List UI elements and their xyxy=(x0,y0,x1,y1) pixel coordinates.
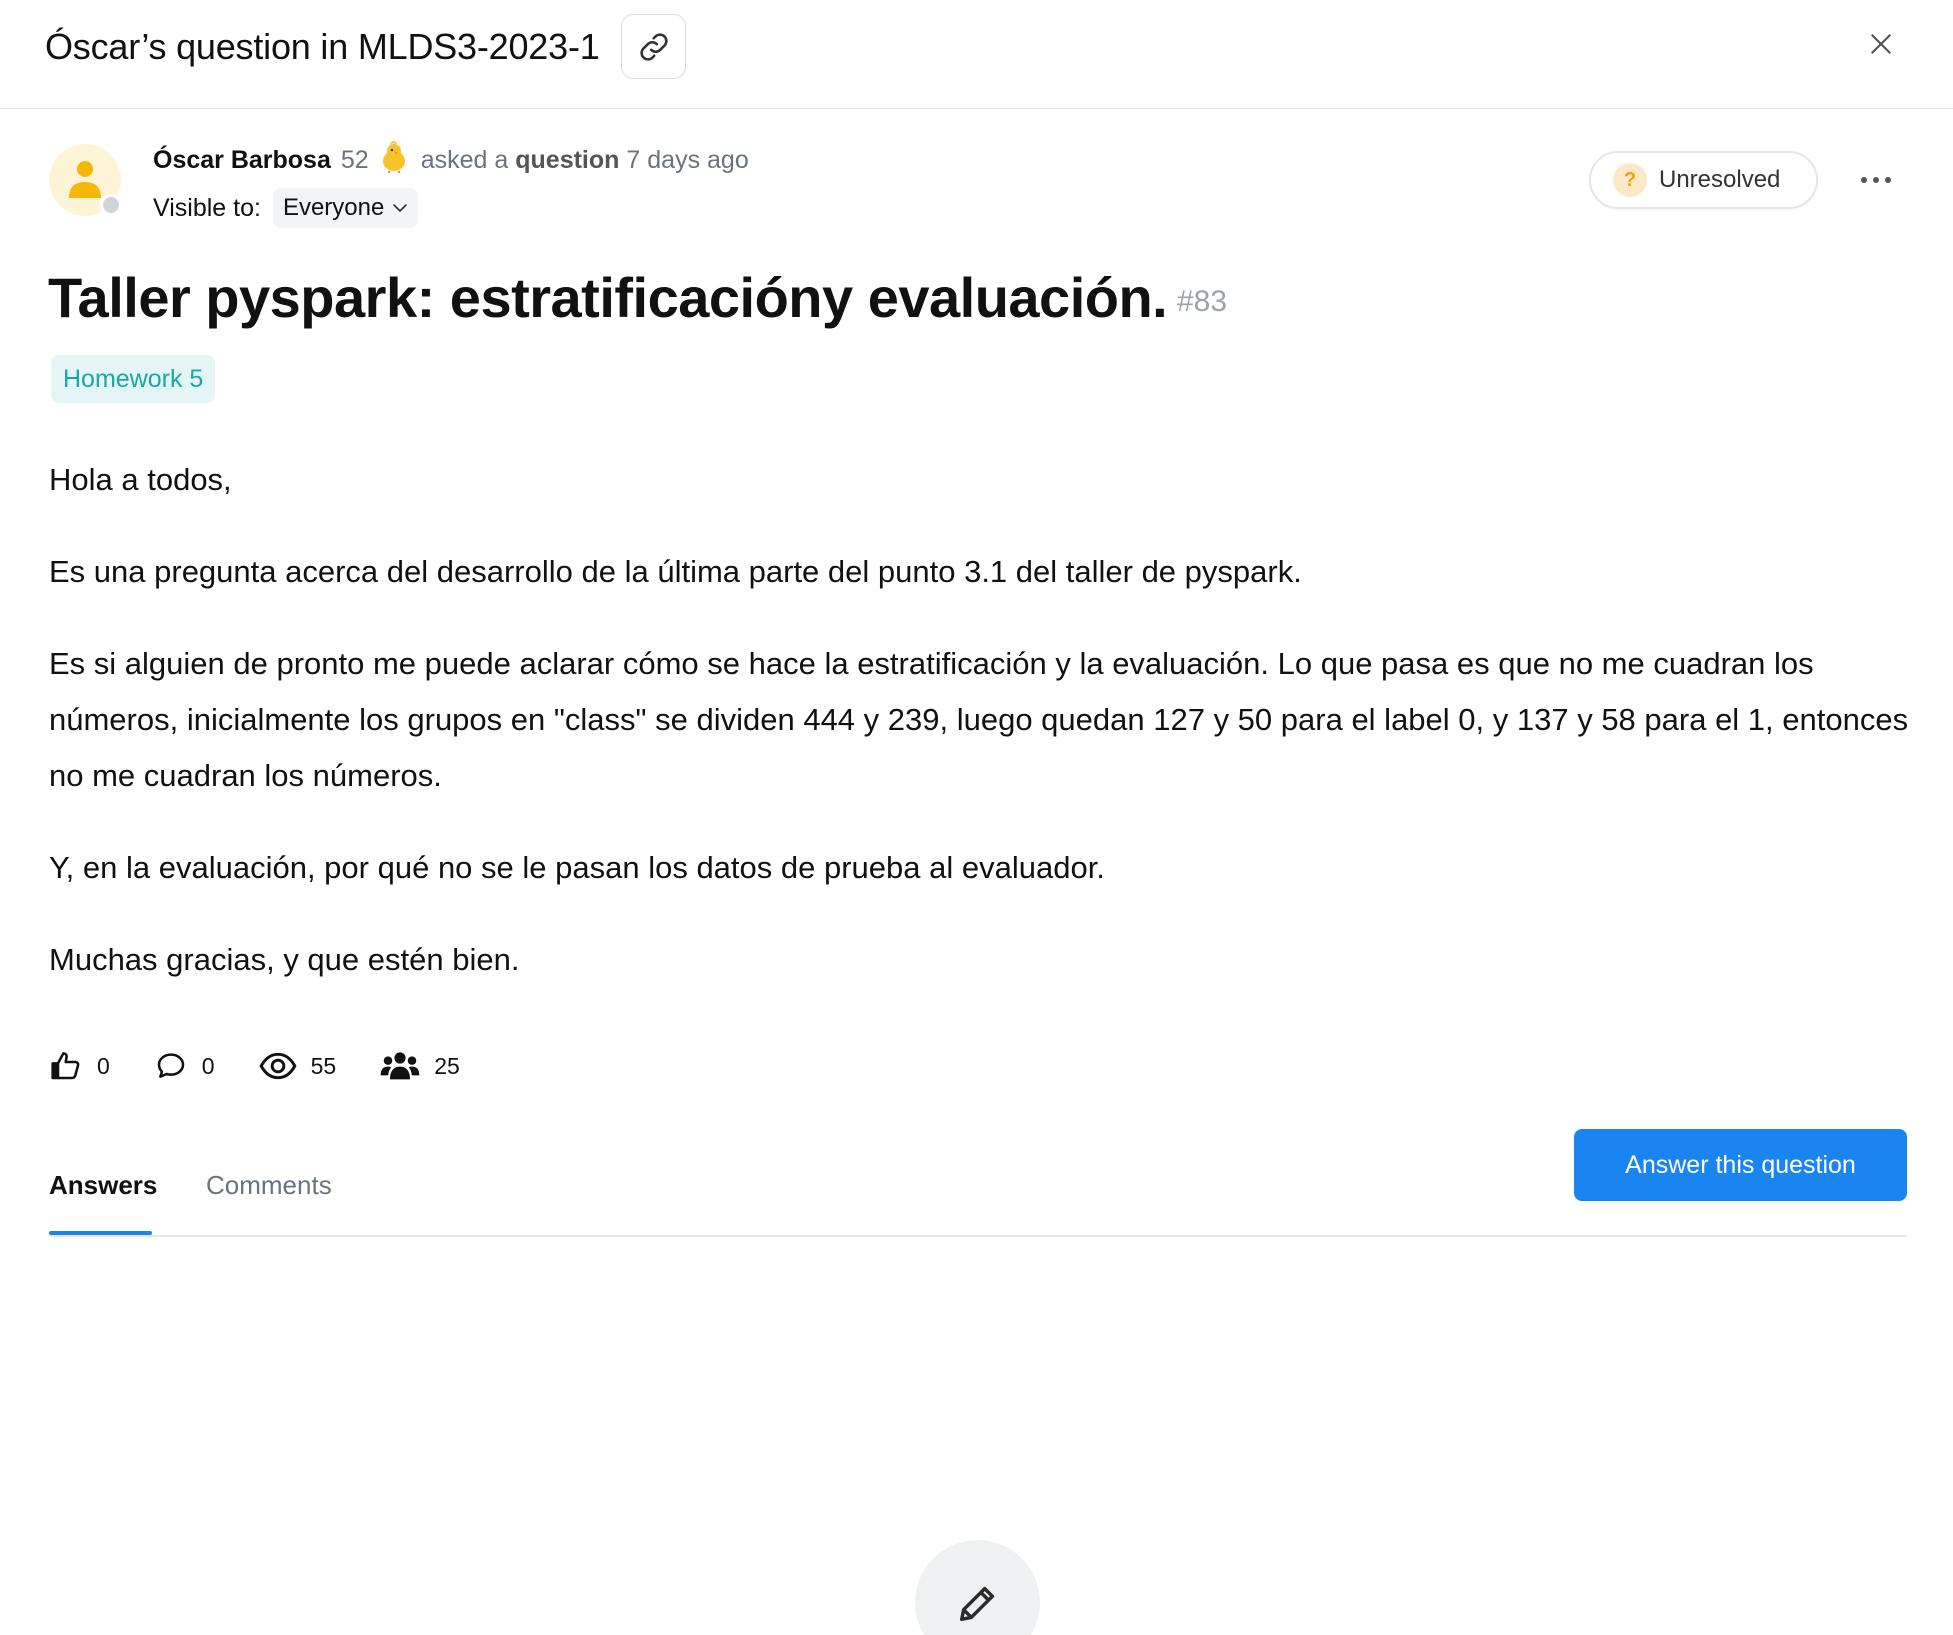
participant-count: 25 xyxy=(434,1052,460,1079)
action-object: question xyxy=(515,146,620,174)
user-icon xyxy=(69,161,101,198)
copy-link-button[interactable] xyxy=(621,14,686,79)
body-paragraph: Hola a todos, xyxy=(49,462,232,497)
views-stat: 55 xyxy=(259,1051,337,1081)
participants-stat: 25 xyxy=(380,1050,460,1082)
close-button[interactable] xyxy=(1863,26,1899,62)
presence-indicator xyxy=(100,194,122,216)
comment-icon xyxy=(157,1053,185,1078)
like-count: 0 xyxy=(97,1052,110,1079)
close-icon xyxy=(1871,34,1891,54)
page-title: Taller pyspark: estratificacióny evaluac… xyxy=(48,266,1168,329)
status-label: Unresolved xyxy=(1659,166,1781,193)
tab-answers[interactable]: Answers xyxy=(49,1170,157,1201)
chevron-down-icon xyxy=(393,204,408,212)
comment-count: 0 xyxy=(201,1052,215,1079)
status-badge[interactable]: ? Unresolved xyxy=(1589,151,1818,209)
users-icon xyxy=(380,1052,420,1080)
post-time: 7 days ago xyxy=(626,146,749,174)
pencil-icon xyxy=(959,1586,994,1622)
body-paragraph: Y, en la evaluación, por qué no se le pa… xyxy=(49,850,1105,885)
thumbs-up-icon xyxy=(51,1052,80,1080)
more-icon xyxy=(1861,177,1867,183)
answer-question-button[interactable]: Answer this question xyxy=(1574,1129,1907,1201)
comments-stat[interactable]: 0 xyxy=(154,1050,215,1082)
chick-icon xyxy=(377,140,411,181)
author-line: Óscar Barbosa 52 asked a question 7 days… xyxy=(153,140,749,181)
post-number: #83 xyxy=(1177,285,1228,318)
author-score: 52 xyxy=(340,146,369,174)
author-name[interactable]: Óscar Barbosa xyxy=(153,146,331,175)
link-icon xyxy=(639,32,668,61)
more-options-button[interactable] xyxy=(1856,162,1896,198)
eye-icon xyxy=(259,1052,297,1080)
like-button[interactable]: 0 xyxy=(49,1050,110,1082)
body-paragraph: Es si alguien de pronto me puede aclarar… xyxy=(49,646,1909,793)
category-tag[interactable]: Homework 5 xyxy=(51,355,216,403)
tab-comments[interactable]: Comments xyxy=(206,1170,332,1201)
body-paragraph: Es una pregunta acerca del desarrollo de… xyxy=(49,554,1302,589)
body-paragraph: Muchas gracias, y que estén bien. xyxy=(49,942,520,977)
visible-label: Visible to: xyxy=(153,193,261,222)
view-count: 55 xyxy=(310,1052,337,1079)
visibility-dropdown[interactable]: Everyone xyxy=(272,188,419,228)
more-icon-dot xyxy=(1885,177,1891,183)
compose-fab[interactable] xyxy=(915,1540,1040,1635)
action-prefix: asked a xyxy=(420,146,509,174)
modal-header: Óscar’s question in MLDS3-2023-1 xyxy=(0,0,1953,109)
question-mark-icon: ? xyxy=(1613,163,1647,197)
tabs-divider xyxy=(49,1235,1907,1237)
post-body: Hola a todos, Es una pregunta acerca del… xyxy=(49,452,1909,1024)
visibility-row: Visible to: Everyone xyxy=(153,188,419,228)
more-icon-dot xyxy=(1873,177,1879,183)
modal-title: Óscar’s question in MLDS3-2023-1 xyxy=(45,26,600,67)
post-stats: 0 0 55 25 xyxy=(49,1050,504,1082)
visibility-value: Everyone xyxy=(282,194,385,221)
